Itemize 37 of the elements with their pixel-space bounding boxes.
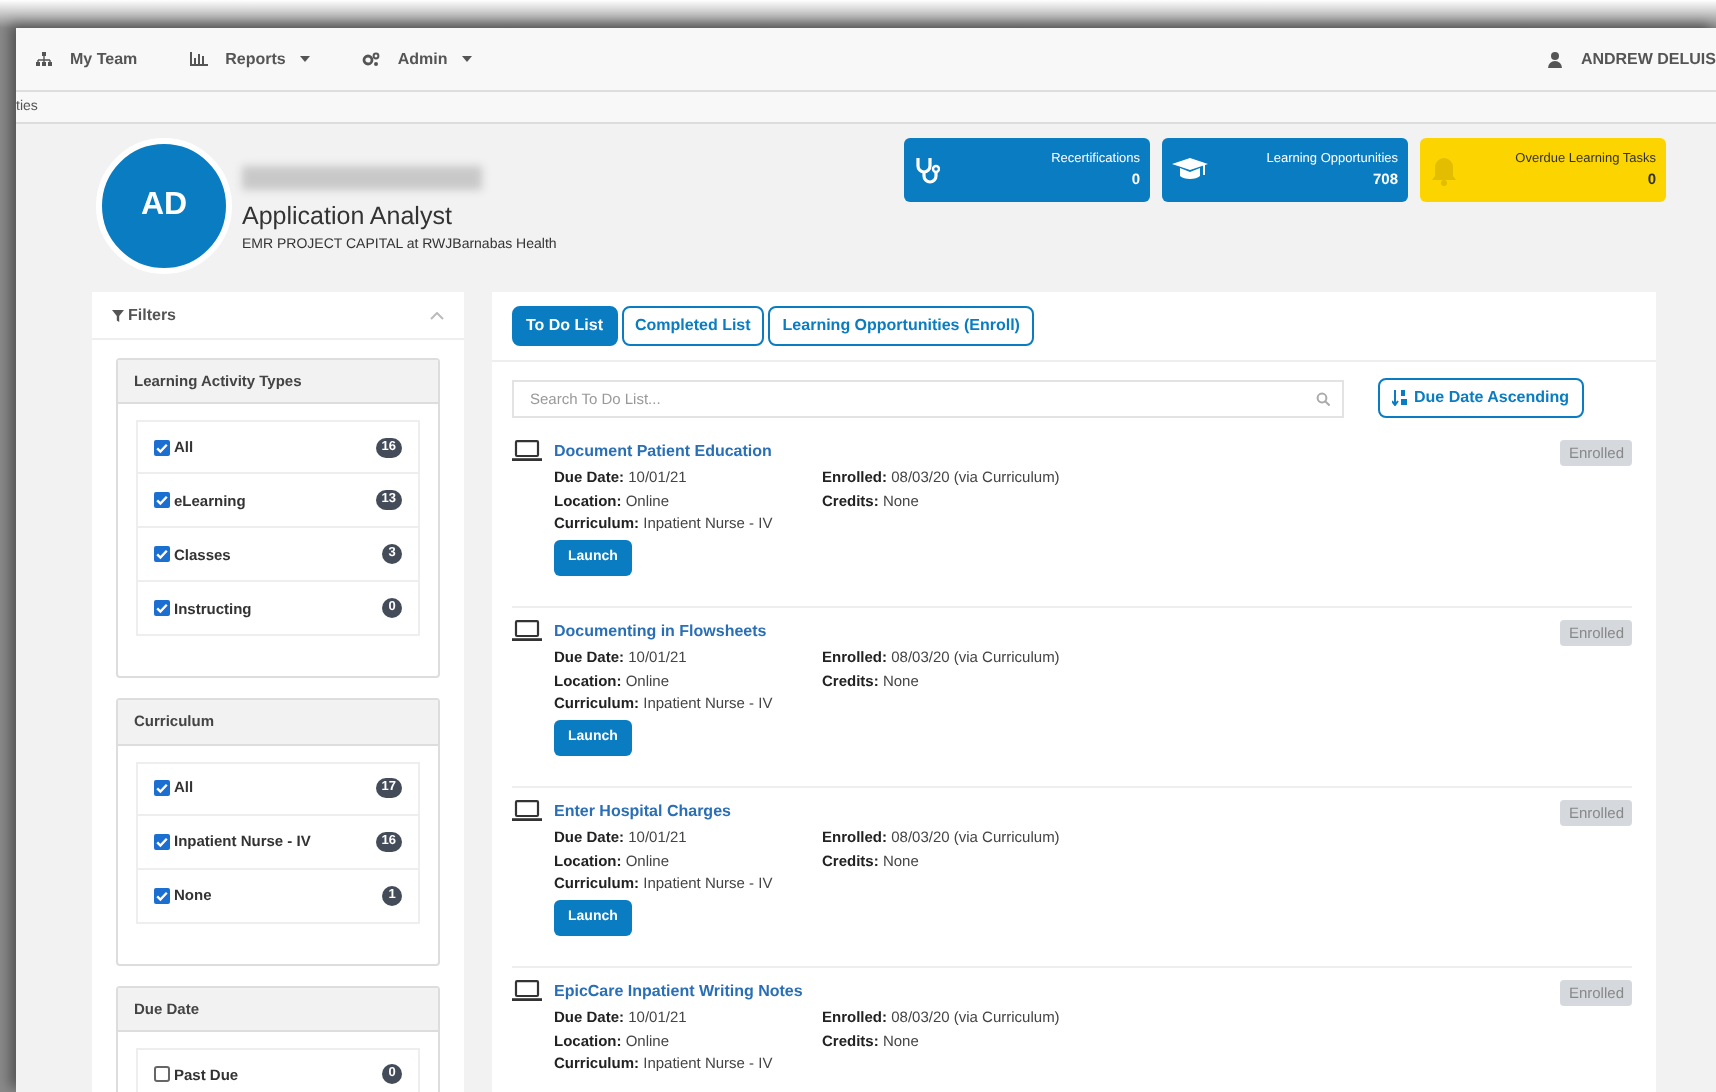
tab[interactable]: Learning Opportunities (Enroll): [768, 306, 1034, 346]
bar-chart-icon: [189, 52, 208, 66]
user-icon: [1548, 51, 1563, 67]
checked-checkbox-icon[interactable]: [154, 546, 170, 563]
user-menu[interactable]: ANDREW DELUIS: [1548, 47, 1716, 71]
sitemap-icon: [36, 52, 52, 66]
tab[interactable]: To Do List: [512, 306, 618, 346]
gears-icon: [361, 52, 380, 66]
filter-icon: [112, 309, 124, 321]
laptop-icon: [512, 620, 542, 642]
tab[interactable]: Completed List: [621, 306, 765, 346]
stethoscope-icon: [914, 156, 940, 184]
checked-checkbox-icon[interactable]: [154, 887, 170, 903]
checked-checkbox-icon[interactable]: [154, 439, 170, 456]
item-title-link[interactable]: EpicCare Inpatient Writing Notes: [554, 980, 803, 1004]
item-title-link[interactable]: Enter Hospital Charges: [554, 800, 731, 824]
item-title-link[interactable]: Document Patient Education: [554, 440, 772, 464]
job-title: Application Analyst: [242, 200, 454, 234]
item-title-link[interactable]: Documenting in Flowsheets: [554, 620, 767, 644]
laptop-icon: [512, 440, 542, 462]
graduation-cap-icon: [1172, 156, 1208, 184]
checkbox-icon[interactable]: [154, 1066, 170, 1083]
avatar: AD: [96, 138, 232, 274]
sort-button[interactable]: Due Date Ascending: [1378, 378, 1583, 418]
checked-checkbox-icon[interactable]: [154, 600, 170, 617]
search-icon: [1316, 391, 1330, 405]
nav-link[interactable]: Reports: [189, 47, 310, 71]
bell-icon: [1430, 155, 1458, 185]
nav-link[interactable]: Admin: [361, 47, 472, 71]
checked-checkbox-icon[interactable]: [154, 833, 170, 849]
checked-checkbox-icon[interactable]: [154, 492, 170, 509]
laptop-icon: [512, 980, 542, 1002]
sort-icon: [1392, 390, 1408, 406]
nav-link[interactable]: My Team: [36, 47, 138, 71]
checked-checkbox-icon[interactable]: [154, 780, 170, 796]
filters-title: Filters: [128, 303, 177, 327]
laptop-icon: [512, 800, 542, 822]
